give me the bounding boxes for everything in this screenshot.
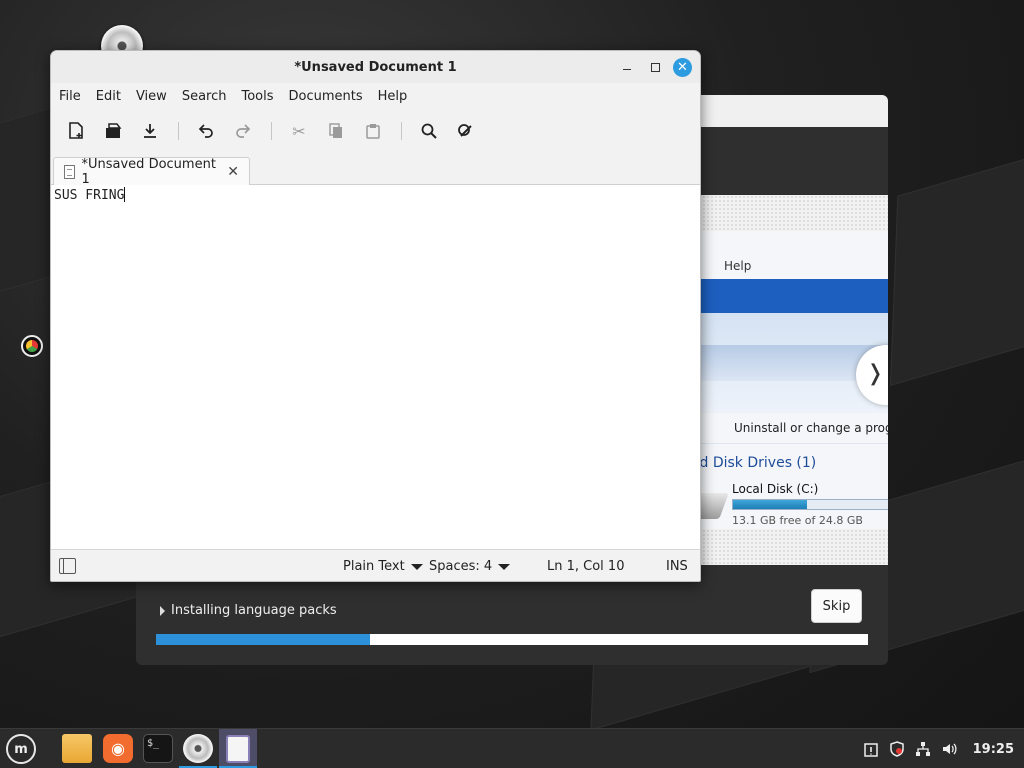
terminal-glyph: $_	[147, 738, 160, 749]
text-editor-window: *Unsaved Document 1 ✕ File Edit View Sea…	[50, 50, 701, 582]
search-icon[interactable]	[414, 117, 444, 145]
slide-disk-usage-fill	[733, 500, 808, 509]
mint-menu-icon[interactable]: m	[6, 734, 36, 764]
install-status-text: Installing language packs	[171, 603, 337, 618]
network-icon[interactable]	[915, 741, 931, 757]
undo-icon[interactable]	[191, 117, 221, 145]
toolbar-separator	[178, 122, 179, 140]
toolbar-separator	[401, 122, 402, 140]
volume-icon[interactable]	[941, 741, 957, 757]
highlight-icon[interactable]	[451, 117, 481, 145]
desktop-browser-icon[interactable]	[21, 335, 43, 357]
menu-bar: File Edit View Search Tools Documents He…	[51, 87, 414, 109]
installer-titlebar	[700, 95, 888, 127]
clock[interactable]: 19:25	[973, 742, 1014, 757]
indent-selector[interactable]: Spaces: 4	[429, 559, 511, 574]
slide-disk-name: Local Disk (C:)	[732, 482, 819, 496]
toolbar: ✂	[61, 117, 488, 145]
chevron-down-icon	[498, 563, 511, 570]
text-cursor	[124, 187, 126, 202]
menu-view[interactable]: View	[129, 87, 174, 109]
menu-search[interactable]: Search	[175, 87, 234, 109]
expand-triangle-icon[interactable]	[160, 605, 165, 616]
menu-edit[interactable]: Edit	[89, 87, 128, 109]
disc-icon[interactable]	[183, 734, 213, 763]
document-text: SUS FRING	[54, 188, 125, 203]
chevron-down-icon	[410, 563, 423, 570]
side-panel-toggle-icon[interactable]	[59, 558, 76, 574]
skip-button[interactable]: Skip	[811, 589, 862, 623]
document-tab[interactable]: *Unsaved Document 1 ✕	[53, 157, 250, 187]
shield-icon[interactable]	[889, 741, 905, 757]
open-icon[interactable]	[98, 117, 128, 145]
status-bar: Plain Text Spaces: 4 Ln 1, Col 10 INS	[51, 549, 700, 581]
install-progress-fill	[156, 634, 370, 645]
document-icon	[64, 165, 75, 179]
cursor-position: Ln 1, Col 10	[547, 559, 625, 574]
minimize-icon[interactable]	[618, 58, 636, 76]
menu-help[interactable]: Help	[371, 87, 415, 109]
slide-uninstall-label: Uninstall or change a program	[734, 421, 888, 435]
tab-close-icon[interactable]: ✕	[227, 164, 239, 180]
firefox-icon[interactable]: ◉	[103, 734, 133, 763]
close-icon[interactable]: ✕	[673, 58, 692, 77]
cut-icon[interactable]: ✂	[284, 117, 314, 145]
install-status[interactable]: Installing language packs	[160, 603, 337, 618]
update-manager-icon[interactable]	[863, 741, 879, 757]
indent-label: Spaces: 4	[429, 559, 493, 574]
slide-pattern	[694, 195, 888, 231]
copy-icon[interactable]	[321, 117, 351, 145]
redo-icon[interactable]	[228, 117, 258, 145]
paste-icon[interactable]	[358, 117, 388, 145]
text-editor-icon[interactable]	[219, 729, 257, 768]
slide-separator	[694, 443, 888, 444]
menu-tools[interactable]: Tools	[234, 87, 280, 109]
menu-file[interactable]: File	[52, 87, 88, 109]
files-icon[interactable]	[62, 734, 92, 763]
new-document-icon[interactable]	[61, 117, 91, 145]
system-tray: 19:25	[863, 729, 1014, 768]
document-tab-bar: *Unsaved Document 1 ✕	[51, 153, 700, 187]
text-area[interactable]: SUS FRING	[51, 185, 700, 549]
terminal-icon[interactable]: $_	[143, 734, 173, 763]
slide-disk-usage-bar	[732, 499, 888, 510]
maximize-icon[interactable]	[646, 58, 664, 76]
installer-slideshow: s Help ❭ s Uninstall or change a program…	[694, 195, 888, 565]
insert-mode: INS	[666, 559, 688, 574]
slide-hdd-title: rd Disk Drives (1)	[694, 455, 817, 471]
toolbar-separator	[271, 122, 272, 140]
save-icon[interactable]	[135, 117, 165, 145]
window-title: *Unsaved Document 1	[294, 60, 457, 75]
language-label: Plain Text	[343, 559, 405, 574]
slide-pattern-bottom	[694, 529, 888, 565]
editor-titlebar[interactable]: *Unsaved Document 1 ✕	[51, 51, 700, 83]
language-selector[interactable]: Plain Text	[343, 559, 423, 574]
install-progress-bar	[156, 634, 868, 645]
taskbar: m ◉ $_ 19:25	[0, 728, 1024, 768]
slide-menu-help: Help	[724, 259, 752, 273]
slide-blue-bar	[694, 279, 888, 313]
menu-documents[interactable]: Documents	[282, 87, 370, 109]
slide-disk-free: 13.1 GB free of 24.8 GB	[732, 514, 863, 527]
document-tab-label: *Unsaved Document 1	[81, 157, 216, 187]
